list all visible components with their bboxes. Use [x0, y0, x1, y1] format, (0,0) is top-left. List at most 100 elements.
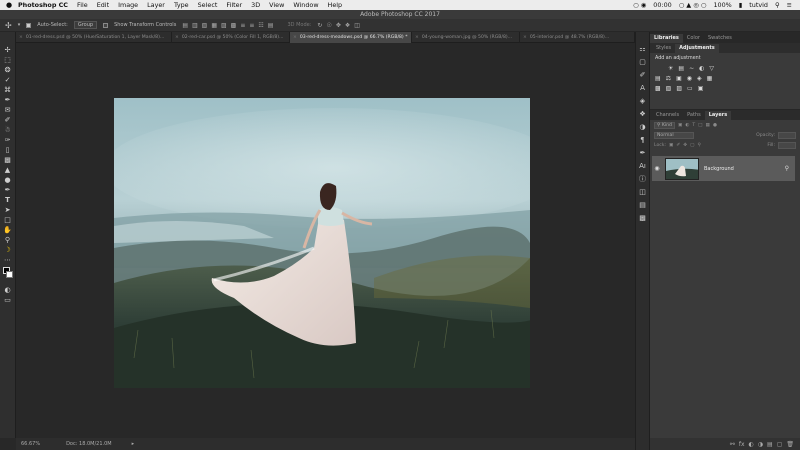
- filter-type-icon[interactable]: T: [692, 123, 695, 128]
- clone-source-icon[interactable]: ◑: [638, 122, 647, 132]
- brush-tool-icon[interactable]: ✐: [3, 115, 13, 125]
- gradient-tool-icon[interactable]: ▩: [3, 155, 13, 165]
- brush-preset-icon[interactable]: ✒: [638, 148, 647, 158]
- filter-adjust-icon[interactable]: ◐: [685, 123, 689, 128]
- hue-saturation-icon[interactable]: ▤: [655, 75, 661, 82]
- blend-mode-dropdown[interactable]: Normal: [654, 131, 694, 139]
- clone-stamp-tool-icon[interactable]: ☃: [3, 125, 13, 135]
- eyedropper-tool-icon[interactable]: ✒: [3, 95, 13, 105]
- channel-mixer-icon[interactable]: ◈: [697, 75, 702, 82]
- lock-all-icon[interactable]: ⚲: [697, 143, 700, 148]
- menu-icon[interactable]: ≡: [787, 1, 792, 9]
- menu-image[interactable]: Image: [118, 1, 138, 9]
- healing-brush-tool-icon[interactable]: ✉: [3, 105, 13, 115]
- transform-controls-checkbox[interactable]: [103, 22, 109, 28]
- path-select-tool-icon[interactable]: ➤: [3, 205, 13, 215]
- fill-field[interactable]: [778, 141, 796, 149]
- tool-presets-icon[interactable]: ◫: [638, 187, 647, 197]
- paragraph-panel-icon[interactable]: ¶: [638, 135, 647, 145]
- marquee-tool-icon[interactable]: ⬚: [3, 55, 13, 65]
- layer-style-icon[interactable]: fx: [739, 441, 745, 448]
- selective-color-icon[interactable]: ▣: [698, 85, 704, 92]
- zoom-tool-icon[interactable]: ⚲: [3, 235, 13, 245]
- lock-artboard-icon[interactable]: ▢: [690, 143, 694, 148]
- 3d-roll-icon[interactable]: ☉: [326, 22, 331, 29]
- tab-styles[interactable]: Styles: [652, 44, 675, 53]
- tab-color[interactable]: Color: [683, 34, 704, 43]
- notes-icon[interactable]: ▤: [638, 200, 647, 210]
- levels-icon[interactable]: ▤: [678, 65, 684, 72]
- tab-libraries[interactable]: Libraries: [650, 34, 683, 43]
- filter-pixel-icon[interactable]: ▣: [678, 123, 682, 128]
- eraser-tool-icon[interactable]: ▯: [3, 145, 13, 155]
- quick-mask-icon[interactable]: ◐: [3, 285, 13, 295]
- exposure-icon[interactable]: ◐: [699, 65, 704, 72]
- lasso-tool-icon[interactable]: ❂: [3, 65, 13, 75]
- close-tab-icon[interactable]: ×: [19, 35, 23, 40]
- type-tool-icon[interactable]: T: [3, 195, 13, 205]
- tab-swatches[interactable]: Swatches: [704, 34, 736, 43]
- tab-02-red-car[interactable]: × 02-red-car.psd @ 50% (Color Fill 1, RGB…: [172, 32, 290, 43]
- app-menu[interactable]: Photoshop CC: [18, 1, 68, 9]
- menu-edit[interactable]: Edit: [97, 1, 109, 9]
- more-tools-icon[interactable]: ⋯: [3, 255, 13, 265]
- history-panel-icon[interactable]: ⚏: [638, 44, 647, 54]
- user-name[interactable]: tutvid: [749, 1, 768, 9]
- document-image[interactable]: [114, 98, 530, 388]
- menu-window[interactable]: Window: [293, 1, 318, 9]
- kind-filter-dropdown[interactable]: ⚲ Kind: [654, 121, 675, 129]
- threshold-icon[interactable]: ▨: [676, 85, 682, 92]
- lock-pixels-icon[interactable]: ✐: [676, 143, 680, 148]
- menu-type[interactable]: Type: [174, 1, 189, 9]
- curves-icon[interactable]: ∼: [689, 65, 694, 72]
- brush-settings-icon[interactable]: ✐: [638, 70, 647, 80]
- type-panel-icon[interactable]: Aı: [638, 161, 647, 171]
- close-tab-icon[interactable]: ×: [523, 35, 527, 40]
- menu-3d[interactable]: 3D: [251, 1, 260, 9]
- photo-filter-icon[interactable]: ◉: [687, 75, 692, 82]
- tab-01-red-dress[interactable]: × 01-red-dress.psd @ 50% (Hue/Saturation …: [16, 32, 172, 43]
- preset-dropdown-arrow-icon[interactable]: ▾: [18, 22, 21, 28]
- menu-view[interactable]: View: [269, 1, 284, 9]
- brightness-contrast-icon[interactable]: ☀: [668, 65, 673, 72]
- menu-filter[interactable]: Filter: [226, 1, 242, 9]
- new-layer-icon[interactable]: ▢: [777, 441, 783, 448]
- status-icons[interactable]: ○ ◉: [633, 1, 646, 9]
- filter-toggle-icon[interactable]: ●: [713, 123, 717, 128]
- distribute-icon[interactable]: ≡: [240, 22, 245, 29]
- close-tab-icon[interactable]: ×: [293, 35, 297, 40]
- menu-extras-icons[interactable]: ○ ▲ ◎ ○: [679, 1, 707, 9]
- menu-help[interactable]: Help: [328, 1, 343, 9]
- distribute-v-icon[interactable]: ☷: [258, 22, 263, 29]
- close-tab-icon[interactable]: ×: [175, 35, 179, 40]
- layer-background[interactable]: ◉ Background ⚲: [652, 156, 795, 181]
- invert-icon[interactable]: ▩: [655, 85, 661, 92]
- tab-layers[interactable]: Layers: [704, 111, 732, 120]
- status-menu-arrow-icon[interactable]: ▸: [132, 441, 135, 447]
- tab-adjustments[interactable]: Adjustments: [675, 44, 719, 53]
- color-swatches[interactable]: [2, 267, 14, 279]
- zoom-level[interactable]: 66.67%: [21, 441, 40, 447]
- banana-easter-egg-icon[interactable]: ☽: [3, 245, 13, 255]
- background-color-swatch[interactable]: [5, 271, 13, 278]
- close-tab-icon[interactable]: ×: [415, 35, 419, 40]
- new-group-icon[interactable]: ▤: [767, 441, 773, 448]
- menu-file[interactable]: File: [77, 1, 88, 9]
- canvas-area[interactable]: [16, 43, 635, 438]
- pen-tool-icon[interactable]: ✒: [3, 185, 13, 195]
- vibrance-icon[interactable]: ▽: [709, 65, 714, 72]
- search-icon[interactable]: ⚲: [775, 1, 780, 9]
- auto-align-icon[interactable]: ▤: [268, 22, 274, 29]
- menu-layer[interactable]: Layer: [147, 1, 165, 9]
- tab-03-red-dress-meadows[interactable]: × 03-red-dress-meadows.psd @ 66.7% (RGB/8…: [290, 32, 412, 43]
- filter-smart-icon[interactable]: ▦: [705, 123, 709, 128]
- black-white-icon[interactable]: ▣: [676, 75, 682, 82]
- properties-panel-icon[interactable]: ▢: [638, 57, 647, 67]
- add-mask-icon[interactable]: ◐: [749, 441, 754, 448]
- align-bottom-icon[interactable]: ▧: [202, 22, 208, 29]
- screen-mode-icon[interactable]: ▭: [3, 295, 13, 305]
- 3d-rotate-icon[interactable]: ↻: [317, 22, 322, 29]
- new-adjustment-icon[interactable]: ◑: [758, 441, 763, 448]
- 3d-panel-icon[interactable]: ❖: [638, 109, 647, 119]
- align-right-icon[interactable]: ▩: [231, 22, 237, 29]
